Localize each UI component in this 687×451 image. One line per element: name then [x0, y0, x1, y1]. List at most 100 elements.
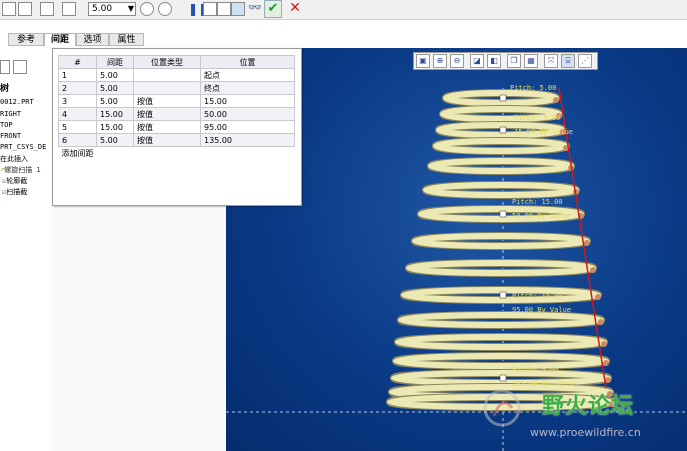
watermark-url: www.proewildfire.cn [530, 426, 641, 439]
view-toolbar: ▣ ⊕ ⊖ ◪ ◧ ❐ ▦ ⤧ ⌸ ⋰ [413, 52, 598, 70]
no-preview-icon[interactable] [203, 2, 217, 16]
tree-settings-icon[interactable] [0, 60, 10, 74]
coil-end-point [598, 319, 604, 325]
add-pitch-row[interactable]: 添加间距 [59, 147, 295, 160]
table-cell[interactable]: 15.00 [200, 94, 295, 108]
pitch-annotation: 15.00 By Value [514, 128, 573, 136]
table-cell[interactable]: 按值 [133, 94, 201, 108]
table-cell[interactable]: 2 [58, 81, 97, 95]
dashboard-toolbar: 5.00 ▼ ❚❚ 👓 ✔ ✕ [0, 0, 687, 20]
pitch-icon[interactable] [62, 2, 76, 16]
tree-item-section[interactable]: ☑扫描截 [2, 187, 27, 197]
zoom-out-icon[interactable]: ⊖ [450, 54, 464, 68]
table-cell[interactable]: 135.00 [200, 133, 295, 147]
table-row[interactable]: 3 5.00 按值 15.00 [58, 94, 295, 108]
pitch-marker [499, 291, 507, 299]
datum-planes-icon[interactable]: ⌸ [561, 54, 575, 68]
table-cell[interactable]: 按值 [133, 107, 201, 121]
column-header: 位置 [200, 55, 295, 69]
tab-options[interactable]: 选项 [76, 33, 109, 46]
display-style-icon[interactable]: ▦ [524, 54, 538, 68]
pitch-annotation: Pitch: 15.00 [512, 292, 563, 300]
pitch-annotation: 50.00 By Value [512, 212, 571, 220]
table-row[interactable]: 6 5.00 按值 135.00 [58, 133, 295, 147]
pitch-annotation: Pitch: 5.00 [512, 366, 558, 374]
tree-filter-icon[interactable] [13, 60, 27, 74]
pitch-annotation: Pitch: 15.00 [512, 198, 563, 206]
table-cell[interactable]: 6 [58, 133, 97, 147]
table-cell[interactable]: 50.00 [200, 107, 295, 121]
table-cell[interactable]: 15.00 [96, 107, 134, 121]
tree-item-helical-sweep[interactable]: ➚螺旋扫描 1 [0, 165, 41, 175]
tree-item-csys[interactable]: PRT_CSYS_DE [0, 143, 46, 151]
repaint-icon[interactable]: ◪ [470, 54, 484, 68]
tree-item-profile[interactable]: ☑轮廓截 [2, 176, 27, 186]
tree-item-right[interactable]: RIGHT [0, 110, 21, 118]
coil-end-point [590, 267, 596, 273]
table-cell[interactable]: 终点 [200, 81, 295, 95]
datum-axes-icon[interactable]: ⤧ [544, 54, 558, 68]
column-header: 间距 [96, 55, 134, 69]
edit-section-icon[interactable] [18, 2, 32, 16]
right-hand-icon[interactable] [158, 2, 172, 16]
forum-watermark: 野火论坛 www.proewildfire.cn [480, 380, 680, 446]
table-cell[interactable]: 5.00 [96, 94, 134, 108]
coil-end-point [595, 294, 601, 300]
tree-item-top[interactable]: TOP [0, 121, 13, 129]
checkmark-icon[interactable]: ✔ [264, 0, 282, 18]
table-cell[interactable]: 起点 [200, 68, 295, 82]
coil-end-point [584, 240, 590, 246]
table-cell[interactable]: 5.00 [96, 68, 134, 82]
datum-points-icon[interactable]: ⋰ [578, 54, 592, 68]
table-cell[interactable] [133, 68, 201, 82]
table-cell[interactable]: 按值 [133, 133, 201, 147]
pitch-annotation: 95.00 By Value [512, 306, 571, 314]
section-icon[interactable] [40, 2, 54, 16]
navigator-background [52, 205, 226, 451]
add-pitch-link[interactable]: 添加间距 [59, 147, 134, 160]
saved-views-icon[interactable]: ❐ [507, 54, 521, 68]
tree-item-insert-here[interactable]: 在此插入 [0, 154, 28, 164]
table-cell[interactable]: 4 [58, 107, 97, 121]
left-hand-icon[interactable] [140, 2, 154, 16]
table-cell[interactable]: 5 [58, 120, 97, 134]
pitch-marker [499, 210, 507, 218]
watermark-title: 野火论坛 [542, 394, 635, 419]
refit-icon[interactable]: ▣ [416, 54, 430, 68]
zoom-in-icon[interactable]: ⊕ [433, 54, 447, 68]
table-row[interactable]: 4 15.00 按值 50.00 [58, 107, 295, 121]
table-cell[interactable] [133, 81, 201, 95]
table-cell[interactable]: 按值 [133, 120, 201, 134]
table-header-row: # 间距 位置类型 位置 [58, 55, 295, 69]
preview-icon[interactable] [217, 2, 231, 16]
table-cell[interactable]: 5.00 [96, 81, 134, 95]
attached-preview-icon[interactable] [231, 2, 245, 16]
orient-icon[interactable]: ◧ [487, 54, 501, 68]
chevron-down-icon: ▼ [127, 4, 134, 13]
table-row[interactable]: 1 5.00 起点 [58, 68, 295, 82]
coil-end-point [553, 97, 559, 103]
glasses-icon[interactable]: 👓 [248, 2, 262, 16]
tree-item-front[interactable]: FRONT [0, 132, 21, 140]
table-cell[interactable]: 5.00 [96, 133, 134, 147]
tab-pitch[interactable]: 间距 [44, 33, 76, 46]
pause-icon[interactable]: ❚❚ [188, 1, 208, 17]
table-cell[interactable]: 15.00 [96, 120, 134, 134]
pitch-table-panel: # 间距 位置类型 位置 1 5.00 起点 2 5.00 终点 3 5.00 按值 15.00 4… [52, 48, 302, 206]
table-row[interactable]: 5 15.00 按值 95.00 [58, 120, 295, 134]
table-cell[interactable]: 1 [58, 68, 97, 82]
sketch-icon[interactable] [2, 2, 16, 16]
table-row[interactable]: 2 5.00 终点 [58, 81, 295, 95]
tree-item-part[interactable]: 0012.PRT [0, 98, 34, 106]
tab-references[interactable]: 参考 [8, 33, 44, 46]
panel-tabs: 参考 间距 选项 属性 [0, 33, 180, 47]
close-icon[interactable]: ✕ [287, 0, 303, 18]
pitch-value-dropdown[interactable]: 5.00 ▼ [88, 2, 136, 16]
table-cell[interactable]: 95.00 [200, 120, 295, 134]
pitch-table: # 间距 位置类型 位置 1 5.00 起点 2 5.00 终点 3 5.00 按值 15.00 4… [58, 55, 295, 159]
table-cell[interactable]: 3 [58, 94, 97, 108]
coil-end-point [601, 341, 607, 347]
model-tree: 树 0012.PRT RIGHT TOP FRONT PRT_CSYS_DE 在… [0, 48, 53, 451]
pitch-annotation: Pitch: 5.00 [514, 114, 560, 122]
tab-properties[interactable]: 属性 [109, 33, 144, 46]
